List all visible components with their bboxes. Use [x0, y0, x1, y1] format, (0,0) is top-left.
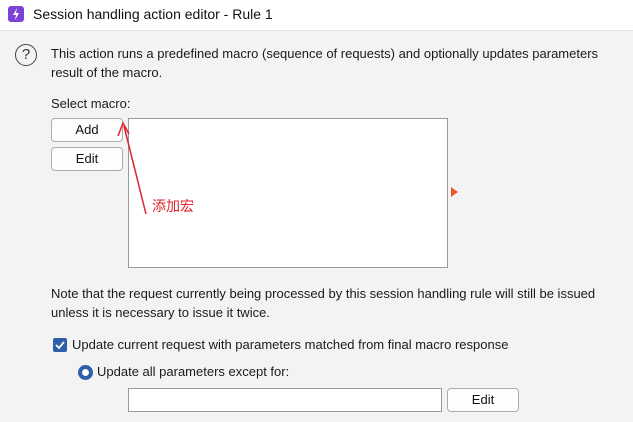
session-note: Note that the request currently being pr…: [51, 284, 595, 322]
note-line-1: Note that the request currently being pr…: [51, 286, 596, 301]
annotation-label: 添加宏: [152, 198, 194, 214]
update-all-params-radio[interactable]: [78, 365, 93, 380]
note-line-2: unless it is necessary to issue it twice…: [51, 305, 270, 320]
action-description: This action runs a predefined macro (seq…: [51, 44, 633, 82]
window-title: Session handling action editor - Rule 1: [33, 6, 273, 22]
update-request-label: Update current request with parameters m…: [72, 337, 509, 352]
title-bar: Session handling action editor - Rule 1: [0, 0, 633, 31]
annotation-arrow-icon: [117, 121, 147, 215]
except-params-input[interactable]: [128, 388, 442, 412]
description-line-2: result of the macro.: [51, 65, 163, 80]
question-circle-icon: ?: [15, 44, 37, 66]
edit-params-button[interactable]: Edit: [447, 388, 519, 412]
lightning-icon: [8, 6, 24, 22]
update-all-params-label: Update all parameters except for:: [97, 364, 290, 379]
description-line-1: This action runs a predefined macro (seq…: [51, 46, 599, 61]
macro-list[interactable]: [128, 118, 448, 268]
select-macro-label: Select macro:: [51, 96, 131, 111]
caret-right-icon: [451, 187, 458, 197]
update-request-checkbox[interactable]: [53, 338, 67, 352]
checkmark-icon: [55, 341, 65, 350]
